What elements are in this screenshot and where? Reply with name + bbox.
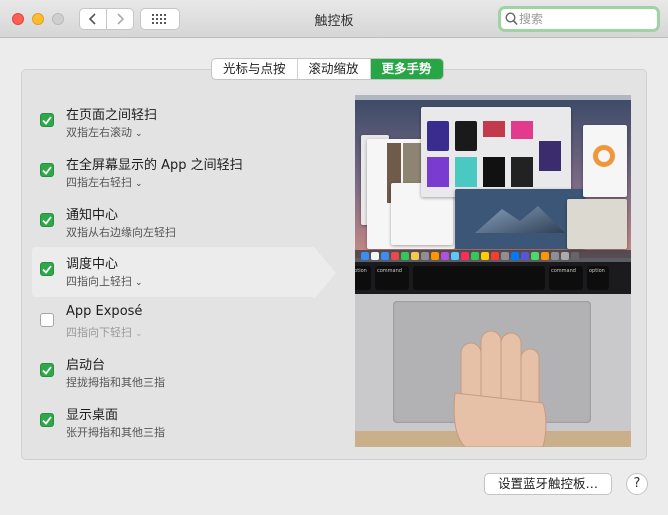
checkmark-icon: [42, 415, 52, 425]
gesture-option-label: 四指左右轻扫: [66, 176, 132, 189]
gesture-option-popup[interactable]: 双指左右滚动 ⌄: [66, 124, 143, 140]
tab-point-click[interactable]: 光标与点按: [212, 59, 298, 79]
preview-key: command: [375, 266, 409, 290]
search-icon: [505, 12, 518, 26]
gesture-title: 在页面之间轻扫: [66, 108, 158, 123]
gesture-checkbox[interactable]: [40, 113, 54, 127]
gesture-option-popup[interactable]: 四指向上轻扫 ⌄: [66, 273, 143, 289]
checkmark-icon: [42, 115, 52, 125]
gesture-show-desktop[interactable]: 显示桌面 张开拇指和其他三指: [32, 398, 314, 448]
preview-key: option: [587, 266, 609, 290]
gesture-title: 在全屏幕显示的 App 之间轻扫: [66, 158, 243, 173]
setup-bluetooth-trackpad-button[interactable]: 设置蓝牙触控板…: [484, 473, 612, 495]
preview-window: [455, 189, 585, 249]
chevron-down-icon: ⌄: [135, 129, 143, 139]
gesture-option-label: 四指向下轻扫: [66, 326, 132, 339]
tab-more-gestures[interactable]: 更多手势: [370, 59, 443, 79]
gesture-title: 通知中心: [66, 208, 119, 223]
gesture-checkbox[interactable]: [40, 413, 54, 427]
checkmark-icon: [42, 264, 52, 274]
gesture-option-label: 四指向上轻扫: [66, 275, 132, 288]
gesture-option-popup[interactable]: 四指向下轻扫 ⌄: [66, 324, 143, 340]
preview-desktop: [355, 95, 631, 258]
checkmark-icon: [42, 215, 52, 225]
help-button[interactable]: ?: [626, 473, 648, 495]
gesture-title: App Exposé: [66, 304, 143, 319]
checkmark-icon: [42, 165, 52, 175]
hand-icon: [453, 330, 547, 447]
search-input[interactable]: [519, 10, 649, 28]
gesture-option-label: 双指从右边缘向左轻扫: [66, 226, 176, 239]
tab-bar: 光标与点按 滚动缩放 更多手势: [211, 58, 444, 80]
gesture-option-label: 捏拢拇指和其他三指: [66, 376, 165, 389]
chevron-down-icon: ⌄: [135, 179, 143, 189]
gesture-preview-video: option command command option: [355, 95, 631, 447]
gesture-checkbox[interactable]: [40, 313, 54, 327]
gesture-option-label: 张开拇指和其他三指: [66, 426, 165, 439]
gesture-checkbox[interactable]: [40, 213, 54, 227]
gesture-title: 显示桌面: [66, 408, 119, 423]
gesture-list: 在页面之间轻扫 双指左右滚动 ⌄ 在全屏幕显示的 App 之间轻扫 四指左右轻扫 ⌄…: [22, 70, 352, 459]
chevron-down-icon: ⌄: [135, 329, 143, 339]
preview-window: [421, 107, 571, 197]
preview-dock: [355, 250, 631, 262]
gesture-checkbox[interactable]: [40, 363, 54, 377]
preview-window: [583, 125, 627, 197]
gesture-option-label: 双指左右滚动: [66, 126, 132, 139]
search-field[interactable]: [498, 6, 660, 32]
gesture-option-popup[interactable]: 四指左右轻扫 ⌄: [66, 174, 143, 190]
preview-key: option: [355, 266, 371, 290]
gesture-checkbox[interactable]: [40, 163, 54, 177]
gesture-launchpad[interactable]: 启动台 捏拢拇指和其他三指: [32, 348, 314, 398]
gesture-title: 调度中心: [66, 257, 119, 272]
preview-window: [567, 199, 627, 249]
gesture-swipe-between-pages[interactable]: 在页面之间轻扫 双指左右滚动 ⌄: [32, 98, 314, 148]
gesture-swipe-between-fullscreen-apps[interactable]: 在全屏幕显示的 App 之间轻扫 四指左右轻扫 ⌄: [32, 148, 314, 198]
titlebar: 触控板: [0, 0, 668, 38]
gestures-panel: 在页面之间轻扫 双指左右滚动 ⌄ 在全屏幕显示的 App 之间轻扫 四指左右轻扫 ⌄…: [21, 69, 647, 460]
tab-scroll-zoom[interactable]: 滚动缩放: [298, 59, 371, 79]
chevron-down-icon: ⌄: [135, 278, 143, 288]
preview-key: command: [549, 266, 583, 290]
preview-keyboard: option command command option: [355, 262, 631, 294]
preview-spacebar: [413, 266, 545, 290]
gesture-notification-center[interactable]: 通知中心 双指从右边缘向左轻扫: [32, 198, 314, 248]
checkmark-icon: [42, 365, 52, 375]
gesture-mission-control[interactable]: 调度中心 四指向上轻扫 ⌄: [32, 247, 336, 299]
gesture-app-expose[interactable]: App Exposé 四指向下轻扫 ⌄: [32, 298, 314, 348]
gesture-checkbox[interactable]: [40, 262, 54, 276]
gesture-title: 启动台: [66, 358, 106, 373]
preview-menubar: [355, 95, 631, 100]
